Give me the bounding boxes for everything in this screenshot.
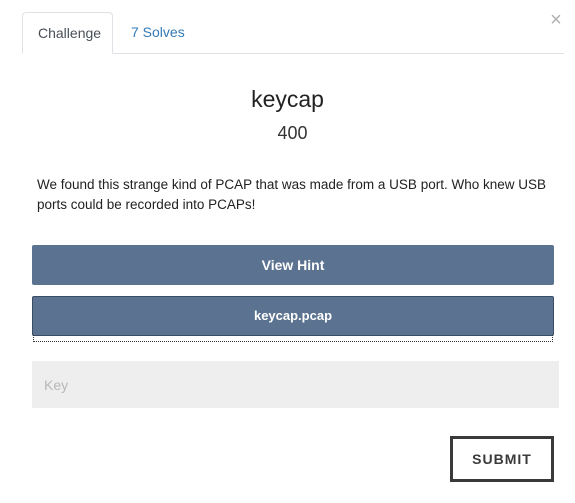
challenge-name: keycap [251, 86, 324, 112]
view-hint-button[interactable]: View Hint [32, 245, 554, 285]
challenge-tabs: Challenge 7 Solves [22, 12, 564, 54]
challenge-value: 400 [277, 123, 308, 143]
tab-solves[interactable]: 7 Solves [116, 12, 200, 53]
focus-outline [33, 335, 553, 342]
key-input[interactable] [32, 361, 559, 408]
challenge-modal: × Challenge 7 Solves keycap 400 We found… [0, 0, 575, 503]
submit-button[interactable]: SUBMIT [450, 436, 554, 482]
tab-challenge[interactable]: Challenge [22, 12, 113, 54]
file-download-button[interactable]: keycap.pcap [32, 296, 554, 336]
challenge-description: We found this strange kind of PCAP that … [37, 177, 546, 212]
